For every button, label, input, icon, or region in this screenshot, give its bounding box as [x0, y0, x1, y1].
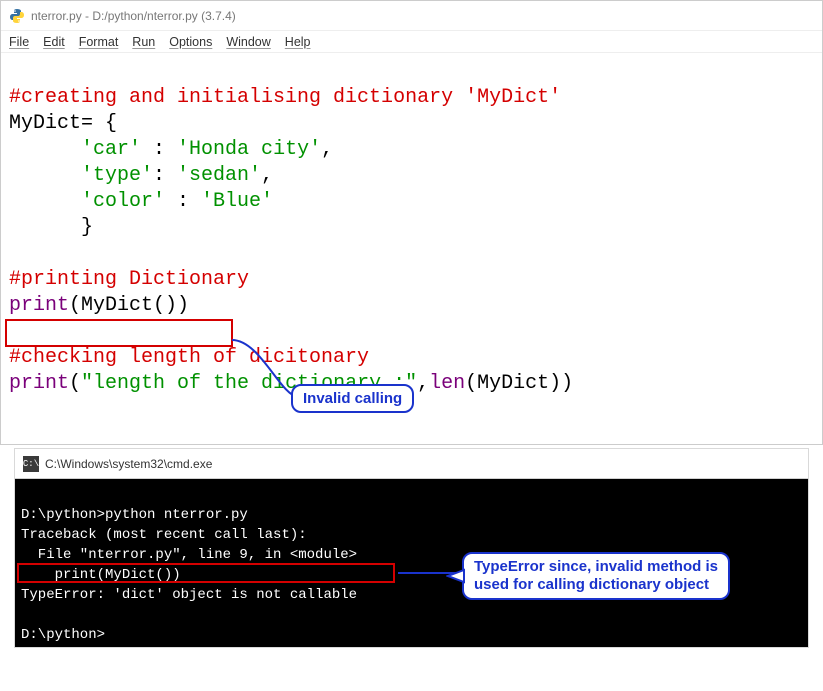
- callout-invalid-calling-text: Invalid calling: [303, 390, 402, 407]
- callout-typeerror: TypeError since, invalid method is used …: [462, 552, 730, 600]
- menu-edit[interactable]: Edit: [43, 35, 65, 49]
- cmd-window: C:\ C:\Windows\system32\cmd.exe D:\pytho…: [14, 448, 809, 648]
- code-line-5: 'color' : 'Blue': [9, 190, 273, 213]
- callout-invalid-calling: Invalid calling: [291, 384, 414, 413]
- cmd-line-4: print(MyDict()): [21, 567, 181, 583]
- menu-file[interactable]: File: [9, 35, 29, 49]
- code-line-10: [9, 320, 21, 343]
- cmd-line-1: D:\python>python nterror.py: [21, 507, 248, 523]
- idle-editor-window: nterror.py - D:/python/nterror.py (3.7.4…: [0, 0, 823, 445]
- code-line-7: [9, 242, 21, 265]
- menu-window[interactable]: Window: [226, 35, 270, 49]
- code-line-6: }: [9, 216, 93, 239]
- cmd-line-6: [21, 607, 29, 623]
- callout-tail-icon: [446, 566, 466, 586]
- code-line-9: print(MyDict()): [9, 294, 189, 317]
- code-line-1: #creating and initialising dictionary 'M…: [9, 86, 561, 109]
- cmd-line-7: D:\python>: [21, 627, 105, 643]
- cmd-icon: C:\: [23, 456, 39, 472]
- code-line-4: 'type': 'sedan',: [9, 164, 273, 187]
- cmd-titlebar: C:\ C:\Windows\system32\cmd.exe: [15, 449, 808, 479]
- code-line-8: #printing Dictionary: [9, 268, 249, 291]
- code-line-11: #checking length of dicitonary: [9, 346, 369, 369]
- menu-help[interactable]: Help: [285, 35, 311, 49]
- code-line-2: MyDict= {: [9, 112, 117, 135]
- menu-format[interactable]: Format: [79, 35, 119, 49]
- idle-title-text: nterror.py - D:/python/nterror.py (3.7.4…: [31, 9, 236, 23]
- callout-typeerror-line1: TypeError since, invalid method is: [474, 558, 718, 575]
- cmd-line-5: TypeError: 'dict' object is not callable: [21, 587, 357, 603]
- callout-typeerror-line2: used for calling dictionary object: [474, 576, 709, 593]
- menu-options[interactable]: Options: [169, 35, 212, 49]
- python-icon: [9, 8, 25, 24]
- idle-menubar: File Edit Format Run Options Window Help: [1, 31, 822, 53]
- cmd-line-2: Traceback (most recent call last):: [21, 527, 307, 543]
- code-line-3: 'car' : 'Honda city',: [9, 138, 333, 161]
- highlight-invalid-call: [5, 319, 233, 347]
- menu-run[interactable]: Run: [132, 35, 155, 49]
- cmd-title-text: C:\Windows\system32\cmd.exe: [45, 457, 212, 471]
- cmd-line-3: File "nterror.py", line 9, in <module>: [21, 547, 357, 563]
- idle-titlebar: nterror.py - D:/python/nterror.py (3.7.4…: [1, 1, 822, 31]
- code-editor[interactable]: #creating and initialising dictionary 'M…: [1, 53, 822, 511]
